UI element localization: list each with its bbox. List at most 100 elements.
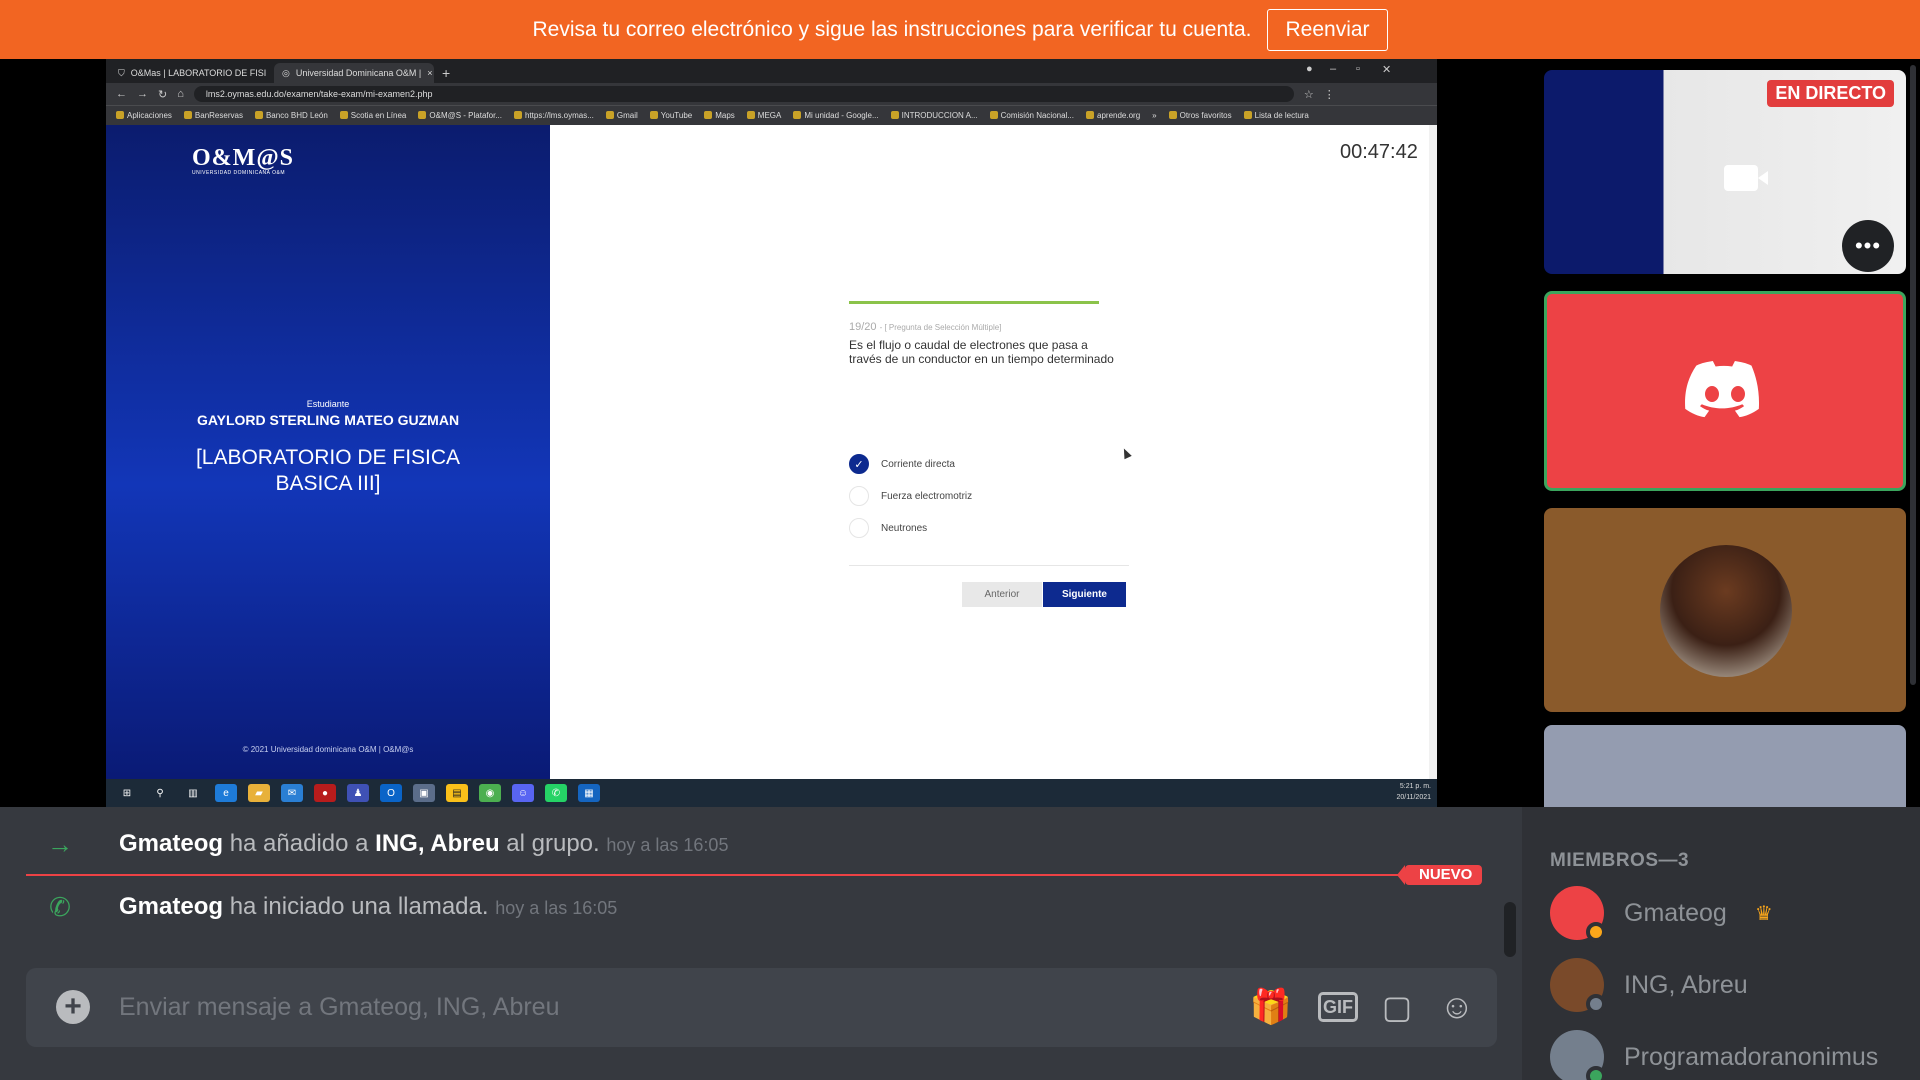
chrome-icon[interactable]: ◉: [479, 784, 501, 802]
system-clock[interactable]: 5:21 p. m. 20/11/2021: [1396, 781, 1431, 803]
action-text: ha añadido a: [229, 830, 369, 857]
message-composer: + 🎁 GIF ▢ ☺: [26, 968, 1497, 1047]
logo-text: O&M@S: [192, 145, 294, 171]
username[interactable]: Gmateog: [119, 893, 223, 920]
screen-share-stream[interactable]: ⛉ O&Mas | LABORATORIO DE FISI × ◎ Univer…: [0, 59, 1522, 807]
arrow-right-icon: →: [47, 828, 73, 859]
page-scrollbar[interactable]: [1429, 125, 1437, 779]
message-input[interactable]: [119, 980, 1219, 1035]
discord-icon[interactable]: ☺: [512, 784, 534, 802]
back-icon[interactable]: ←: [116, 88, 127, 100]
member-list: MIEMBROS—3 Gmateog ♛ ING, Abreu Programa…: [1522, 807, 1920, 1080]
bookmark[interactable]: INTRODUCCION A...: [891, 111, 978, 120]
restore-icon[interactable]: ▫: [1356, 63, 1360, 75]
app-icon[interactable]: ●: [314, 784, 336, 802]
bookmark[interactable]: Mi unidad - Google...: [793, 111, 878, 120]
username[interactable]: Gmateog: [119, 830, 223, 857]
member-name: Programadoranonimus: [1624, 1042, 1879, 1071]
outlook-icon[interactable]: O: [380, 784, 402, 802]
chat-scrollbar[interactable]: [1504, 902, 1516, 957]
radio-icon[interactable]: [849, 486, 869, 506]
member-item[interactable]: ING, Abreu: [1550, 958, 1748, 1014]
reload-icon[interactable]: ↻: [158, 88, 167, 101]
bookmark[interactable]: aprende.org: [1086, 111, 1140, 120]
star-icon[interactable]: ☆: [1304, 88, 1314, 101]
mail-icon[interactable]: ✉: [281, 784, 303, 802]
answer-option[interactable]: ✓ Corriente directa: [849, 454, 955, 474]
exam-sidebar: O&M@S UNIVERSIDAD DOMINICANA O&M Estudia…: [106, 125, 550, 779]
question-type: - [ Pregunta de Selección Múltiple]: [879, 323, 1002, 332]
forward-icon[interactable]: →: [137, 88, 148, 100]
sticker-icon[interactable]: ▢: [1376, 986, 1418, 1028]
target-username[interactable]: ING, Abreu: [375, 830, 499, 857]
participant-tile[interactable]: [1544, 508, 1906, 712]
search-icon[interactable]: ⚲: [149, 784, 171, 802]
bookmark-other[interactable]: Otros favoritos: [1169, 111, 1232, 120]
start-icon[interactable]: ⊞: [116, 784, 138, 802]
camera-icon: [1724, 165, 1768, 191]
address-bar[interactable]: lms2.oymas.edu.do/examen/take-exam/mi-ex…: [193, 86, 1294, 102]
member-item[interactable]: Gmateog ♛: [1550, 886, 1773, 942]
new-messages-divider: [26, 874, 1407, 876]
minimize-icon[interactable]: –: [1330, 63, 1336, 75]
emoji-icon[interactable]: ☺: [1436, 986, 1478, 1028]
clock-date: 20/11/2021: [1396, 794, 1431, 801]
shared-screen: ⛉ O&Mas | LABORATORIO DE FISI × ◎ Univer…: [106, 59, 1437, 807]
bookmark[interactable]: Banco BHD León: [255, 111, 328, 120]
bookmark[interactable]: Aplicaciones: [116, 111, 172, 120]
tab-label: O&Mas | LABORATORIO DE FISI: [130, 68, 267, 78]
radio-checked-icon[interactable]: ✓: [849, 454, 869, 474]
members-header: MIEMBROS—3: [1550, 850, 1690, 871]
tiles-scrollbar[interactable]: [1910, 65, 1916, 685]
next-button[interactable]: Siguiente: [1043, 582, 1126, 607]
chat-area: → Gmateog ha añadido a ING, Abreu al gru…: [0, 807, 1522, 1080]
bookmark[interactable]: MEGA: [747, 111, 782, 120]
reading-list[interactable]: Lista de lectura: [1244, 111, 1309, 120]
bookmark[interactable]: Maps: [704, 111, 735, 120]
browser-toolbar: ← → ↻ ⌂ lms2.oymas.edu.do/examen/take-ex…: [106, 83, 1437, 105]
browser-tab[interactable]: ⛉ O&Mas | LABORATORIO DE FISI ×: [110, 63, 270, 83]
home-icon[interactable]: ⌂: [177, 88, 184, 100]
participant-tile-speaking[interactable]: [1544, 291, 1906, 491]
sticky-notes-icon[interactable]: ▤: [446, 784, 468, 802]
previous-button[interactable]: Anterior: [962, 582, 1042, 607]
participant-tile-stream[interactable]: EN DIRECTO •••: [1544, 70, 1906, 274]
bookmark[interactable]: O&M@S - Platafor...: [418, 111, 502, 120]
resend-button[interactable]: Reenviar: [1267, 8, 1388, 51]
store-icon[interactable]: ▣: [413, 784, 435, 802]
file-explorer-icon[interactable]: ▰: [248, 784, 270, 802]
bookmark[interactable]: Gmail: [606, 111, 638, 120]
question-text: Es el flujo o caudal de electrones que p…: [849, 338, 1114, 366]
bookmark[interactable]: YouTube: [650, 111, 692, 120]
bookmarks-overflow[interactable]: »: [1152, 111, 1156, 120]
student-label: Estudiante: [306, 399, 350, 409]
option-label: Corriente directa: [881, 458, 955, 470]
add-attachment-button[interactable]: +: [56, 990, 90, 1024]
bookmark[interactable]: BanReservas: [184, 111, 243, 120]
edge-icon[interactable]: e: [215, 784, 237, 802]
new-tab-button[interactable]: +: [434, 63, 458, 83]
whatsapp-icon[interactable]: ✆: [545, 784, 567, 802]
close-window-icon[interactable]: ✕: [1382, 63, 1391, 76]
answer-option[interactable]: Neutrones: [849, 518, 927, 538]
logo-subtitle: UNIVERSIDAD DOMINICANA O&M: [192, 170, 286, 176]
avatar: [1550, 1030, 1606, 1080]
tab-close-icon[interactable]: ×: [427, 68, 432, 78]
member-item[interactable]: Programadoranonimus: [1550, 1030, 1878, 1080]
app-icon[interactable]: ♟: [347, 784, 369, 802]
task-view-icon[interactable]: ▥: [182, 784, 204, 802]
gift-icon[interactable]: 🎁: [1250, 986, 1292, 1028]
answer-option[interactable]: Fuerza electromotriz: [849, 486, 972, 506]
bookmark[interactable]: Comisión Nacional...: [990, 111, 1074, 120]
option-label: Neutrones: [881, 522, 928, 534]
browser-tab-active[interactable]: ◎ Universidad Dominicana O&M | ×: [274, 63, 434, 83]
question-progress-bar: [849, 301, 1099, 304]
menu-icon[interactable]: ⋮: [1324, 88, 1335, 101]
app-icon[interactable]: ▦: [578, 784, 600, 802]
radio-icon[interactable]: [849, 518, 869, 538]
bookmark[interactable]: https://lms.oymas...: [514, 111, 594, 120]
gif-button[interactable]: GIF: [1318, 992, 1358, 1022]
bookmark[interactable]: Scotia en Línea: [340, 111, 407, 120]
participant-tile[interactable]: [1544, 725, 1906, 807]
more-options-button[interactable]: •••: [1842, 220, 1894, 272]
